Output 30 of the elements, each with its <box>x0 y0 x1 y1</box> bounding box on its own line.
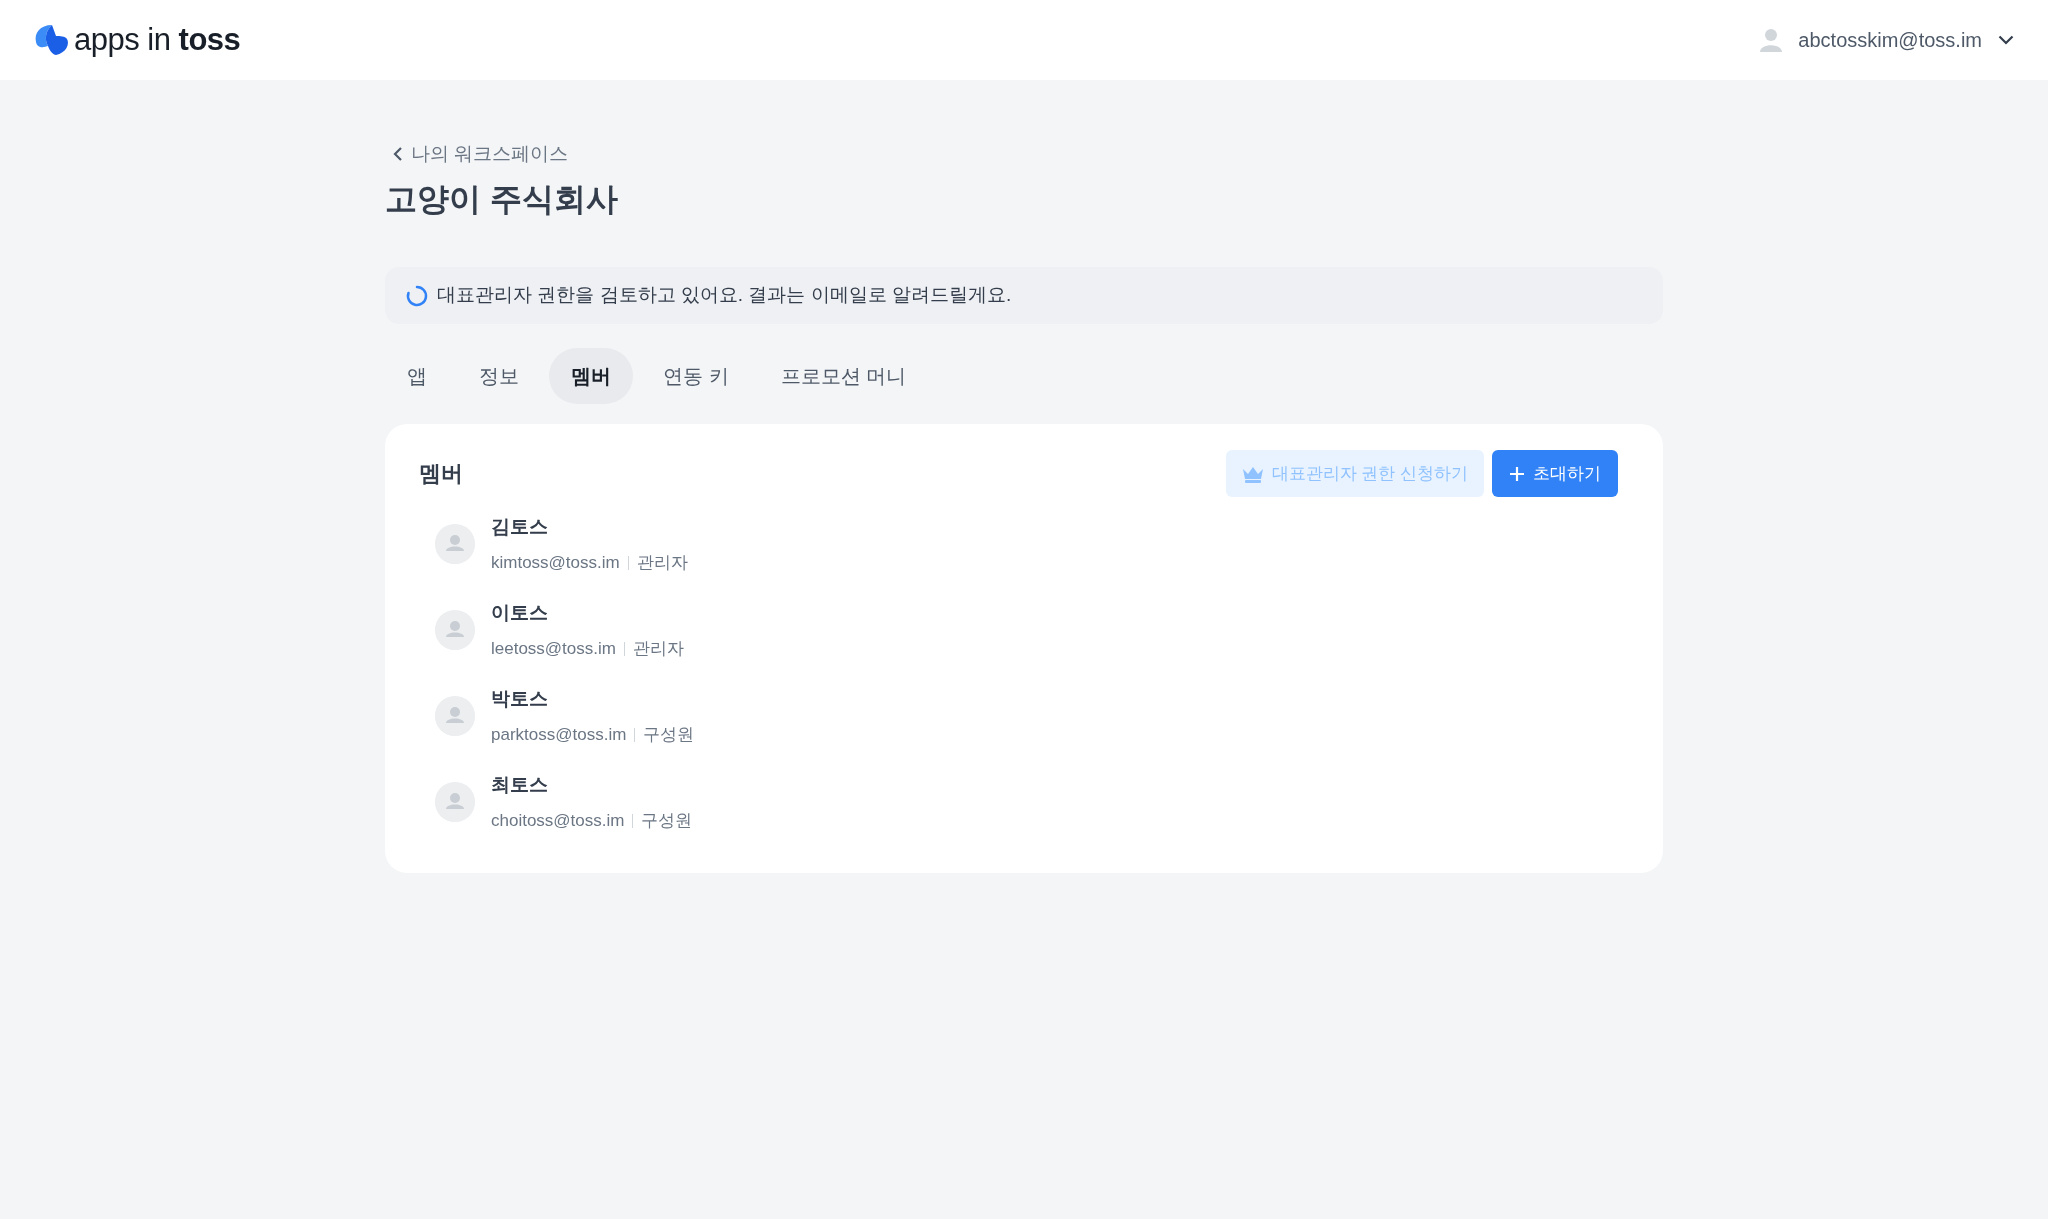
tab[interactable]: 멤버 <box>549 347 633 404</box>
chevron-left-icon <box>393 146 403 163</box>
user-icon <box>1760 28 1783 52</box>
tab[interactable]: 연동 키 <box>641 347 751 404</box>
invite-button[interactable]: 초대하기 <box>1492 449 1618 498</box>
member-email: parktoss@toss.im <box>491 723 627 746</box>
member-name: 최토스 <box>491 773 549 798</box>
card-title: 멤버 <box>419 460 463 488</box>
notice-text: 대표관리자 권한을 검토하고 있어요. 결과는 이메일로 알려드릴게요. <box>437 283 1012 308</box>
member-role: 관리자 <box>636 551 688 574</box>
member-role: 구성원 <box>643 723 695 746</box>
member-role: 관리자 <box>632 637 684 660</box>
plus-icon <box>1509 465 1525 482</box>
member-email: leetoss@toss.im <box>491 637 616 660</box>
tab[interactable]: 앱 <box>385 347 449 404</box>
logo-icon <box>34 24 70 56</box>
tab[interactable]: 프로모션 머니 <box>758 347 929 404</box>
tab[interactable]: 정보 <box>457 347 541 404</box>
member-email: kimtoss@toss.im <box>491 551 620 574</box>
member-role: 구성원 <box>641 809 693 832</box>
account-menu[interactable]: abctosskim@toss.im <box>1760 25 2014 55</box>
page-title: 고양이 주식회사 <box>385 180 619 220</box>
member-name: 김토스 <box>491 515 549 540</box>
app-logo[interactable]: apps in toss <box>74 16 241 64</box>
member-name: 박토스 <box>491 687 549 712</box>
member-name: 이토스 <box>491 601 549 626</box>
back-link[interactable]: 나의 워크스페이스 <box>393 140 569 169</box>
chevron-down-icon <box>1998 35 2014 45</box>
member-email: choitoss@toss.im <box>491 809 625 832</box>
spinner-icon <box>405 283 429 308</box>
